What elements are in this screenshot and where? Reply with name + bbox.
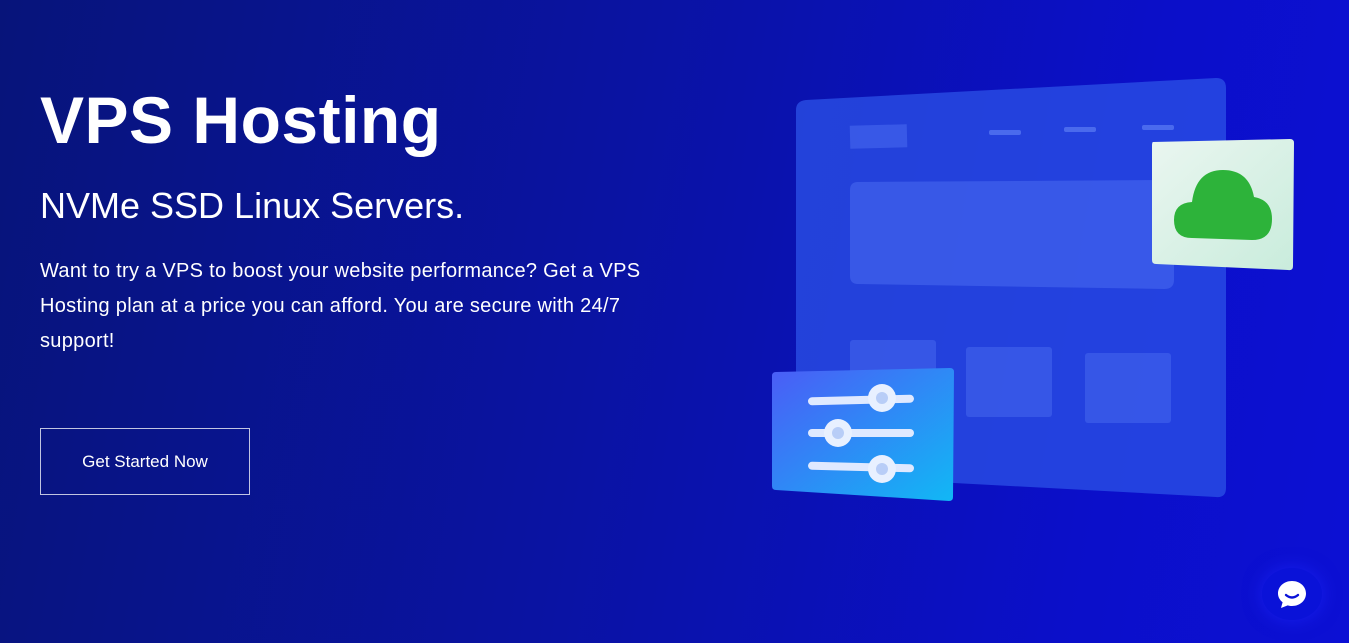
page-subtitle: NVMe SSD Linux Servers.	[40, 185, 465, 226]
hero-section: VPS Hosting NVMe SSD Linux Servers. Want…	[0, 0, 1349, 643]
sliders-card	[772, 368, 954, 501]
chat-bubble-icon	[1278, 581, 1306, 608]
page-title: VPS Hosting	[40, 83, 442, 157]
hero-description: Want to try a VPS to boost your website …	[40, 260, 641, 352]
get-started-button[interactable]: Get Started Now	[40, 428, 250, 495]
server-dashboard-illustration	[772, 78, 1294, 501]
chat-button[interactable]	[1262, 568, 1322, 620]
sliders-icon	[808, 384, 914, 483]
cloud-card	[1152, 139, 1294, 271]
